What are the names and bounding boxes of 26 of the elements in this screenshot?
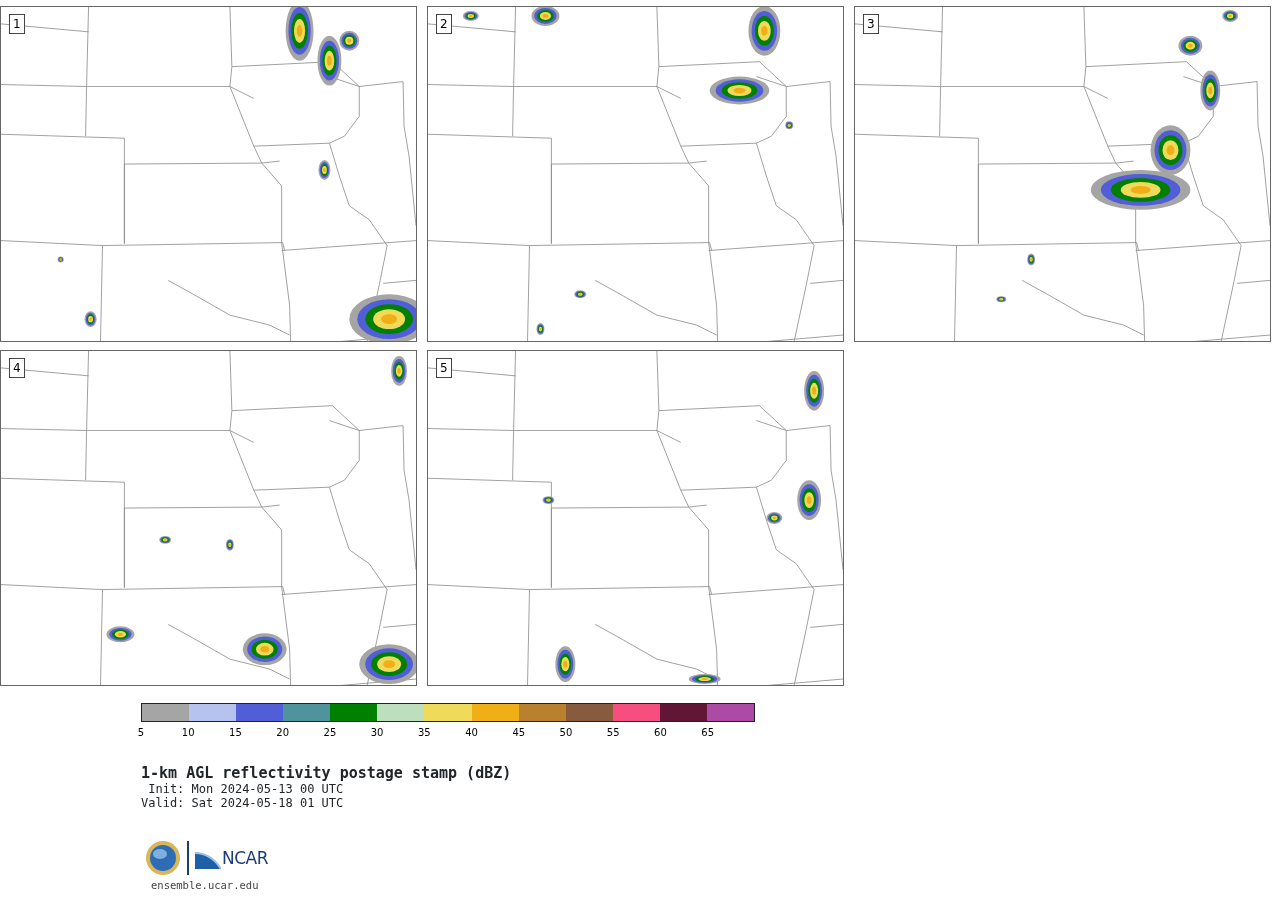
valid-time: Valid: Sat 2024-05-18 01 UTC xyxy=(141,795,345,811)
init-time: Init: Mon 2024-05-13 00 UTC xyxy=(147,781,345,796)
ncar-logo-text: NCAR xyxy=(222,846,269,870)
tick-label: 35 xyxy=(416,728,432,738)
tick-label: 15 xyxy=(228,728,243,738)
ncar-logo-icon xyxy=(195,851,221,872)
tick-label: 55 xyxy=(605,728,621,738)
tick-label: 10 xyxy=(180,728,196,738)
tick-label: 40 xyxy=(464,728,479,738)
nsf-logo xyxy=(145,840,181,877)
tick-label: 65 xyxy=(700,728,715,738)
website-url: ensemble.ucar.edu xyxy=(151,878,260,894)
tick-label: 50 xyxy=(558,728,574,738)
tick-label: 30 xyxy=(369,728,385,738)
tick-label: 5 xyxy=(136,728,146,738)
tick-label: 60 xyxy=(653,728,668,738)
panel-number: 3 xyxy=(863,14,879,34)
divider-line xyxy=(187,841,189,876)
panel-number: 2 xyxy=(436,14,452,34)
panel-number: 4 xyxy=(9,358,25,378)
panel-number: 1 xyxy=(9,14,25,34)
panel-number: 5 xyxy=(436,358,452,378)
tick-label: 25 xyxy=(322,728,338,738)
tick-label: 20 xyxy=(275,728,291,738)
plot-title: 1-km AGL reflectivity postage stamp (dBZ) xyxy=(141,765,513,782)
tick-label: 45 xyxy=(511,728,527,738)
